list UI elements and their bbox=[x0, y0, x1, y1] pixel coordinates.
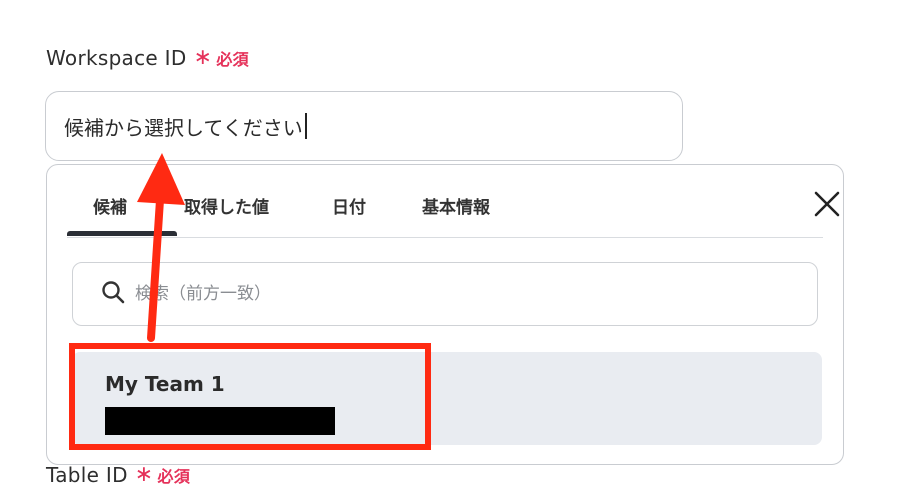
table-id-label-text: Table ID bbox=[46, 463, 128, 487]
tab-retrieved-values[interactable]: 取得した値 bbox=[184, 193, 269, 218]
search-icon bbox=[101, 280, 125, 308]
required-badge: 必須 bbox=[216, 50, 249, 69]
tab-basic-info[interactable]: 基本情報 bbox=[422, 193, 490, 218]
workspace-id-input[interactable]: 候補から選択してください bbox=[45, 91, 683, 161]
workspace-id-input-value: 候補から選択してください bbox=[64, 115, 303, 140]
search-field[interactable] bbox=[72, 262, 818, 326]
close-icon[interactable] bbox=[812, 189, 842, 219]
workspace-id-label: Workspace ID ∗ 必須 bbox=[46, 46, 249, 70]
required-asterisk-icon: ∗ bbox=[134, 462, 154, 487]
workspace-id-label-text: Workspace ID bbox=[46, 46, 187, 70]
required-badge: 必須 bbox=[157, 467, 191, 486]
table-id-label: Table ID ∗ 必須 bbox=[46, 463, 190, 487]
tab-date[interactable]: 日付 bbox=[332, 193, 366, 218]
text-caret bbox=[304, 113, 307, 139]
tab-candidates[interactable]: 候補 bbox=[93, 193, 127, 218]
active-tab-indicator bbox=[67, 231, 177, 236]
dropdown-tabs: 候補 取得した値 日付 基本情報 bbox=[67, 165, 840, 238]
search-input[interactable] bbox=[133, 283, 737, 305]
annotation-highlight-box bbox=[69, 343, 431, 450]
required-asterisk-icon: ∗ bbox=[193, 45, 213, 70]
